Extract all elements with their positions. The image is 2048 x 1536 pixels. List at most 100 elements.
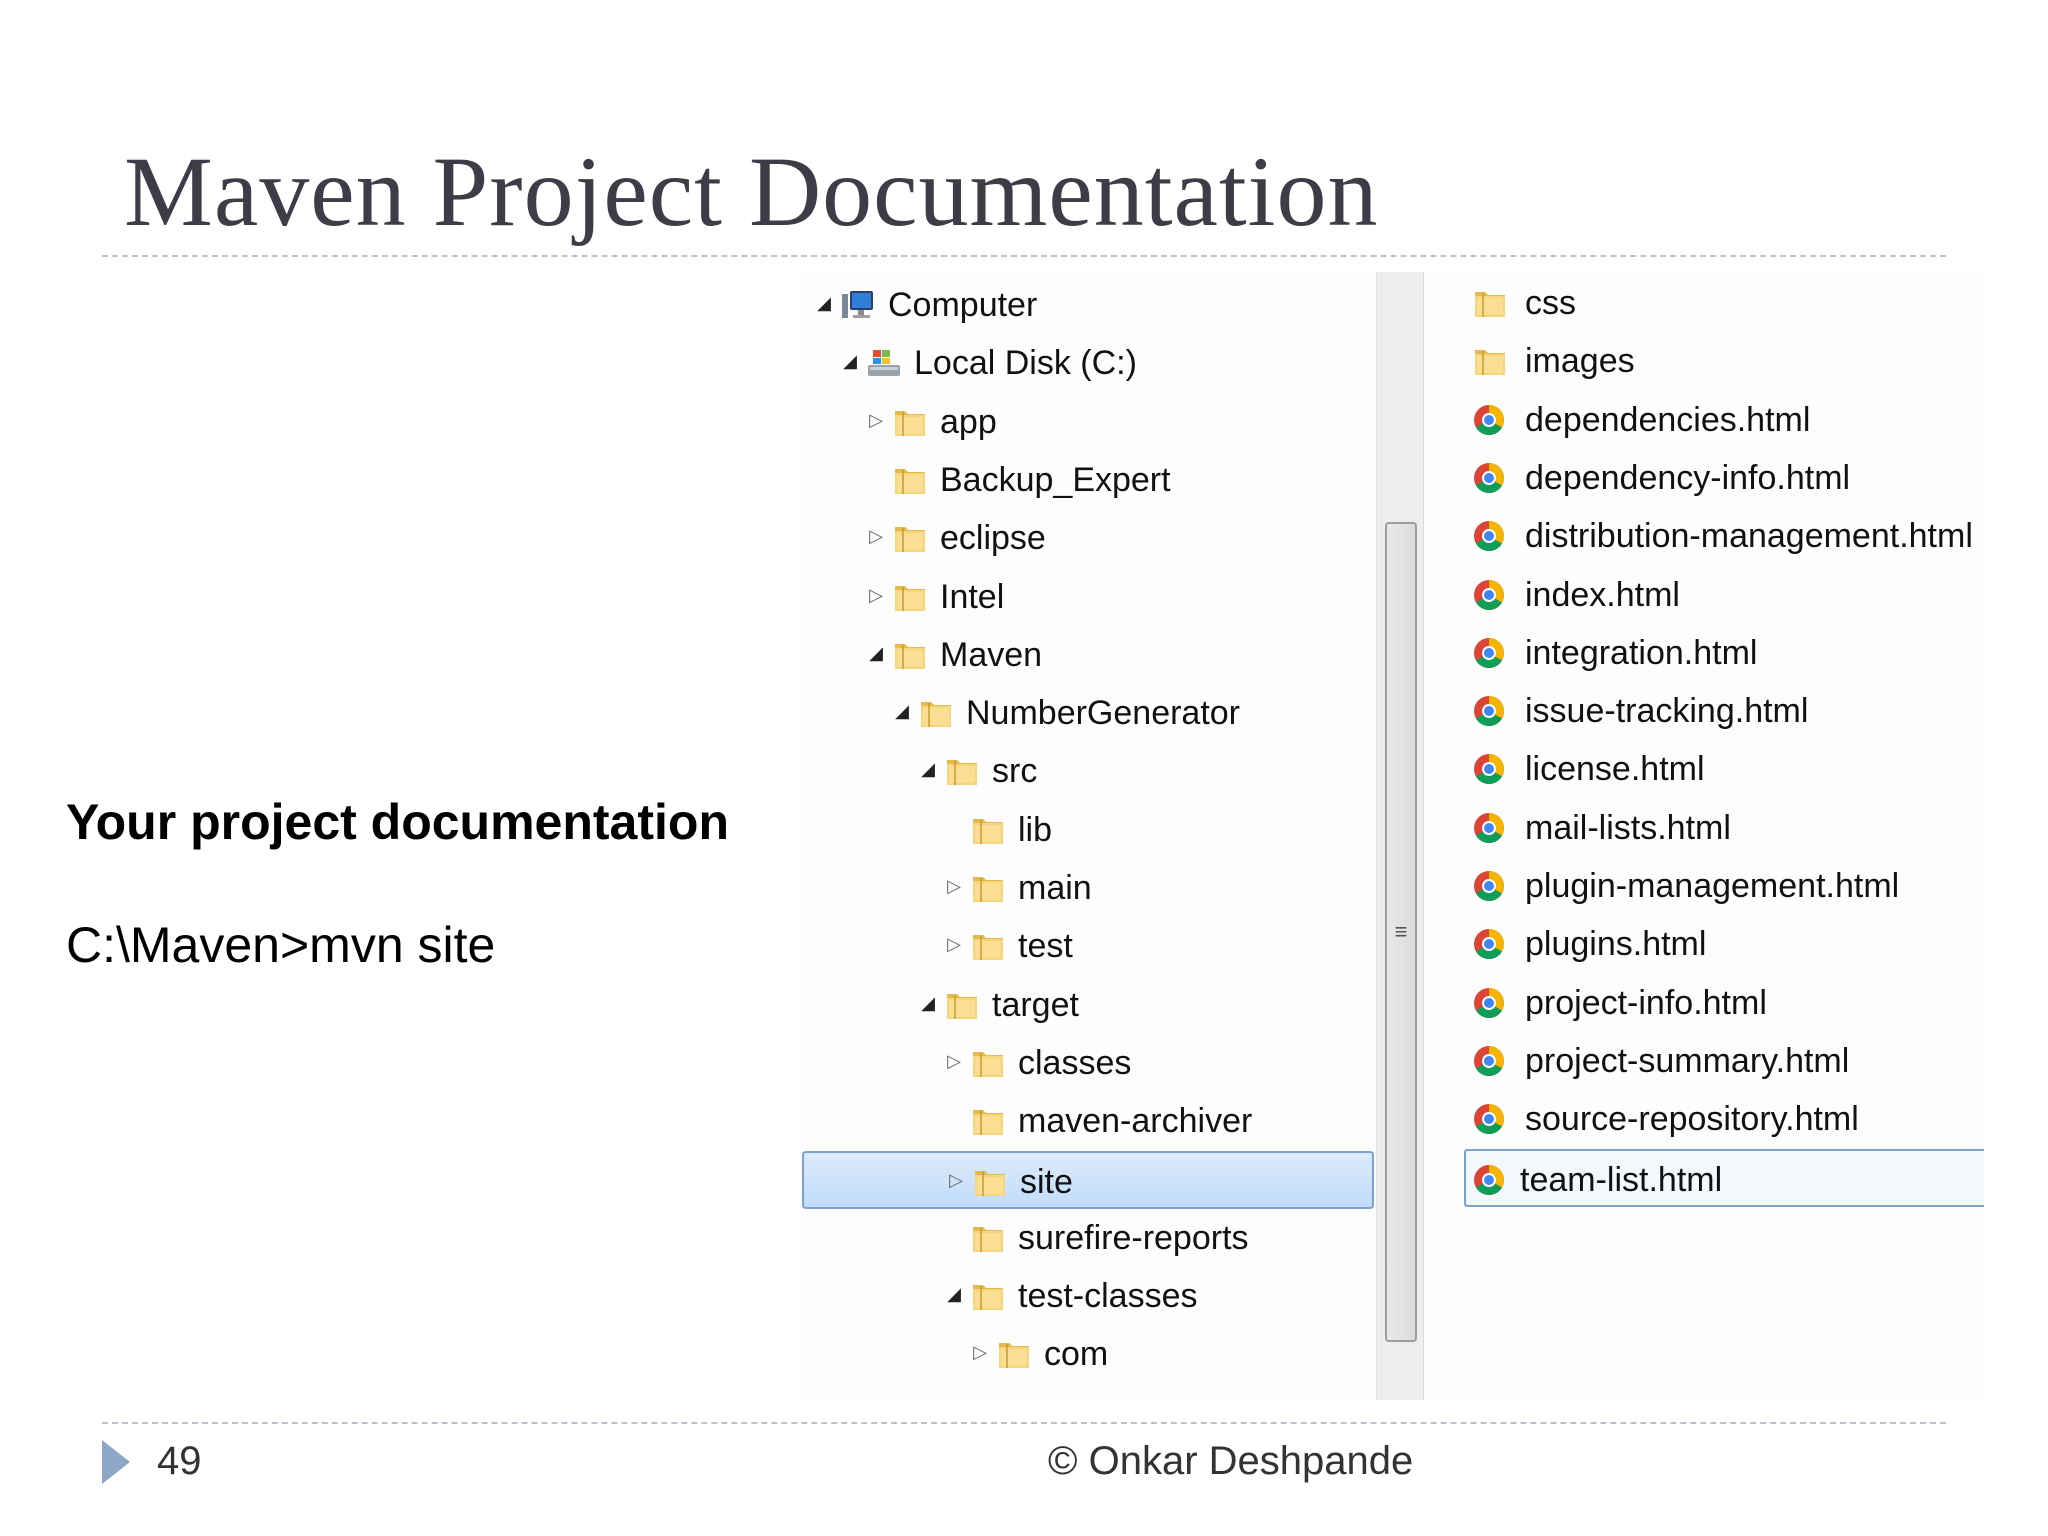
- file-item[interactable]: integration.html: [1440, 624, 1984, 682]
- folder-icon: [1472, 286, 1508, 320]
- expanded-triangle-icon[interactable]: ◢: [866, 643, 886, 663]
- file-item[interactable]: images: [1440, 332, 1984, 390]
- collapsed-triangle-icon[interactable]: ▷: [944, 1051, 964, 1071]
- expanded-triangle-icon[interactable]: ◢: [814, 293, 834, 313]
- computer-icon: [840, 288, 876, 322]
- collapsed-triangle-icon[interactable]: ▷: [866, 585, 886, 605]
- tree-item[interactable]: ▷ app: [800, 393, 1376, 451]
- file-item[interactable]: mail-lists.html: [1440, 799, 1984, 857]
- file-item-label: distribution-management.html: [1525, 517, 1973, 556]
- file-item[interactable]: plugin-management.html: [1440, 857, 1984, 915]
- file-item[interactable]: license.html: [1440, 740, 1984, 798]
- file-item[interactable]: source-repository.html: [1440, 1090, 1984, 1148]
- folder-icon: [944, 988, 980, 1022]
- file-item-label: team-list.html: [1520, 1160, 1723, 1199]
- file-item[interactable]: dependency-info.html: [1440, 449, 1984, 507]
- tree-item[interactable]: ▷ com: [800, 1325, 1376, 1383]
- folder-icon: [970, 929, 1006, 963]
- tree-item[interactable]: ◢ src: [800, 742, 1376, 800]
- tree-scrollbar[interactable]: ≡: [1376, 272, 1424, 1400]
- file-item-label: project-summary.html: [1525, 1041, 1850, 1080]
- tree-item[interactable]: maven-archiver: [800, 1092, 1376, 1150]
- file-item[interactable]: distribution-management.html: [1440, 507, 1984, 565]
- file-item[interactable]: project-info.html: [1440, 974, 1984, 1032]
- documentation-heading: Your project documentation: [66, 794, 729, 850]
- tree-item-label: lib: [1018, 810, 1053, 849]
- folder-icon: [970, 871, 1006, 905]
- expanded-triangle-icon[interactable]: ◢: [918, 993, 938, 1013]
- tree-item-label: test-classes: [1018, 1277, 1198, 1316]
- folder-icon: [970, 1046, 1006, 1080]
- file-item-label: license.html: [1525, 750, 1705, 789]
- file-item-label: dependency-info.html: [1525, 458, 1851, 497]
- expanded-triangle-icon[interactable]: ◢: [944, 1284, 964, 1304]
- collapsed-triangle-icon[interactable]: ▷: [866, 410, 886, 430]
- file-item[interactable]: index.html: [1440, 566, 1984, 624]
- file-item[interactable]: css: [1440, 274, 1984, 332]
- tree-item[interactable]: ◢ Maven: [800, 626, 1376, 684]
- tree-item[interactable]: ◢ target: [800, 976, 1376, 1034]
- tree-item[interactable]: ▷ eclipse: [800, 509, 1376, 567]
- file-item[interactable]: plugins.html: [1440, 915, 1984, 973]
- folder-icon: [944, 754, 980, 788]
- mvn-site-command: C:\Maven>mvn site: [66, 917, 496, 973]
- tree-item[interactable]: ◢ Local Disk (C:): [800, 334, 1376, 392]
- chrome-html-icon: [1472, 578, 1508, 612]
- slide-title: Maven Project Documentation: [124, 136, 1379, 247]
- grip-icon: ≡: [1394, 919, 1408, 944]
- file-item-label: css: [1525, 284, 1576, 322]
- folder-icon: [970, 1279, 1006, 1313]
- collapsed-triangle-icon[interactable]: ▷: [866, 526, 886, 546]
- expanded-triangle-icon[interactable]: ◢: [840, 351, 860, 371]
- tree-item[interactable]: lib: [800, 801, 1376, 859]
- tree-item[interactable]: ◢ Computer: [800, 276, 1376, 334]
- collapsed-triangle-icon[interactable]: ▷: [944, 876, 964, 896]
- file-item[interactable]: issue-tracking.html: [1440, 682, 1984, 740]
- file-item-label: project-info.html: [1525, 983, 1767, 1022]
- tree-item-label: Local Disk (C:): [914, 344, 1137, 383]
- chrome-html-icon: [1472, 403, 1508, 437]
- chrome-html-icon: [1472, 636, 1508, 670]
- tree-item[interactable]: surefire-reports: [800, 1209, 1376, 1267]
- chrome-html-icon: [1472, 694, 1508, 728]
- file-item-label: source-repository.html: [1525, 1100, 1859, 1139]
- tree-item[interactable]: ▷ main: [800, 859, 1376, 917]
- tree-item[interactable]: ▷ site: [802, 1150, 1374, 1209]
- tree-item[interactable]: ▷ classes: [800, 1034, 1376, 1092]
- tree-item-label: surefire-reports: [1018, 1218, 1249, 1257]
- tree-item[interactable]: ▷ Intel: [800, 568, 1376, 626]
- tree-item-label: main: [1018, 869, 1092, 907]
- collapsed-triangle-icon[interactable]: ▷: [946, 1170, 966, 1190]
- chrome-html-icon: [1472, 519, 1508, 553]
- collapsed-triangle-icon[interactable]: ▷: [970, 1342, 990, 1362]
- drive-icon: [866, 346, 902, 380]
- folder-icon: [970, 813, 1006, 847]
- expanded-triangle-icon[interactable]: ◢: [892, 701, 912, 721]
- page-marker-icon: [102, 1440, 130, 1484]
- file-item-label: issue-tracking.html: [1525, 692, 1809, 731]
- file-item-label: index.html: [1525, 575, 1680, 614]
- collapsed-triangle-icon[interactable]: ▷: [944, 934, 964, 954]
- footer-divider: [102, 1422, 1946, 1424]
- folder-icon: [892, 638, 928, 672]
- tree-item[interactable]: ◢ NumberGenerator: [800, 684, 1376, 742]
- folder-icon: [892, 580, 928, 614]
- chrome-html-icon: [1472, 986, 1508, 1020]
- tree-item-label: NumberGenerator: [966, 694, 1241, 733]
- scrollbar-thumb[interactable]: ≡: [1385, 522, 1417, 1342]
- file-item[interactable]: project-summary.html: [1440, 1032, 1984, 1090]
- tree-item[interactable]: ◢ test-classes: [800, 1267, 1376, 1325]
- file-item[interactable]: dependencies.html: [1440, 391, 1984, 449]
- tree-item-label: com: [1044, 1335, 1109, 1374]
- tree-item[interactable]: Backup_Expert: [800, 451, 1376, 509]
- tree-item-label: Backup_Expert: [940, 460, 1171, 499]
- expanded-triangle-icon[interactable]: ◢: [918, 759, 938, 779]
- file-item-label: integration.html: [1525, 633, 1758, 672]
- file-item[interactable]: team-list.html: [1464, 1148, 1984, 1207]
- chrome-html-icon: [1472, 1044, 1508, 1078]
- tree-item-label: classes: [1018, 1043, 1132, 1082]
- chrome-html-icon: [1472, 752, 1508, 786]
- tree-item[interactable]: ▷ test: [800, 917, 1376, 975]
- file-item-label: dependencies.html: [1525, 400, 1811, 439]
- chrome-html-icon: [1472, 927, 1508, 961]
